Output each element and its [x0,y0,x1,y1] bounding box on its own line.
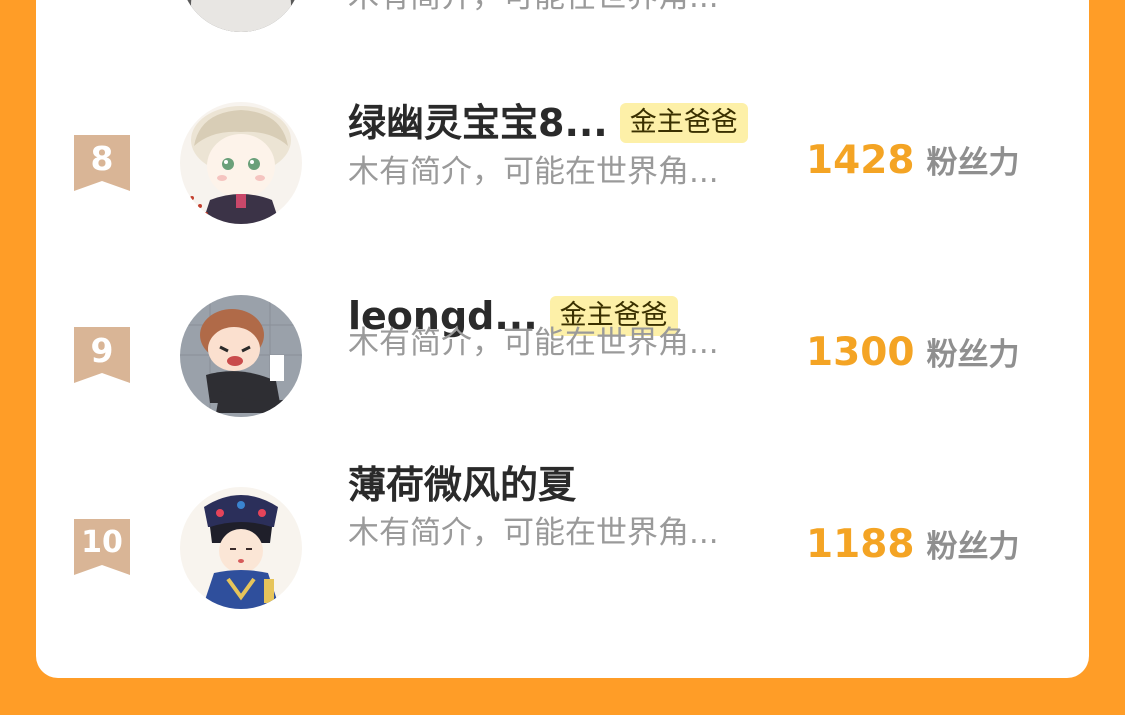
score-value: 1188 [806,522,915,567]
rank-number: 9 [90,331,114,370]
rank-badge: 10 [74,519,130,575]
user-name-line: 绿幽灵宝宝8... 金主爸爸 [348,100,748,146]
score-unit: 粉丝力 [926,337,1020,373]
avatar[interactable] [180,295,302,417]
list-item[interactable]: 木有简介，可能在世界角... [36,0,1089,32]
ranking-card: 木有简介，可能在世界角... 8 [36,0,1089,678]
user-intro: 木有简介，可能在世界角... [348,515,719,551]
user-intro: 木有简介，可能在世界角... [348,325,719,361]
user-intro: 木有简介，可能在世界角... [348,0,719,17]
score-value: 1428 [806,138,915,183]
list-item[interactable]: 8 绿幽灵宝宝8... 金主爸爸 木有简介，可能在世界角... 1428 粉丝力 [36,100,1089,250]
list-item[interactable]: 9 leongd... 金主爸爸 木有简介，可能在世界角... 1300 粉丝力 [36,293,1089,443]
score-unit: 粉丝力 [926,145,1020,181]
user-name-line: 薄荷微风的夏 [348,462,576,508]
score-value: 1300 [806,330,915,375]
rank-number: 8 [90,139,114,178]
user-name[interactable]: 薄荷微风的夏 [348,462,576,508]
fan-power-score: 1188 粉丝力 [806,522,1020,575]
avatar[interactable] [180,487,302,609]
avatar[interactable] [180,0,302,32]
rank-badge: 9 [74,327,130,383]
rank-badge: 8 [74,135,130,191]
user-intro: 木有简介，可能在世界角... [348,154,719,190]
user-name[interactable]: 绿幽灵宝宝8... [348,100,608,146]
list-item[interactable]: 10 薄荷微风的夏 木有简介，可能在世界角... 1188 粉丝力 [36,463,1089,635]
score-unit: 粉丝力 [926,529,1020,565]
fan-power-score: 1428 粉丝力 [806,138,1020,191]
rank-number: 10 [81,525,123,560]
avatar[interactable] [180,102,302,224]
fan-power-score: 1300 粉丝力 [806,330,1020,383]
status-badge: 金主爸爸 [619,103,748,143]
